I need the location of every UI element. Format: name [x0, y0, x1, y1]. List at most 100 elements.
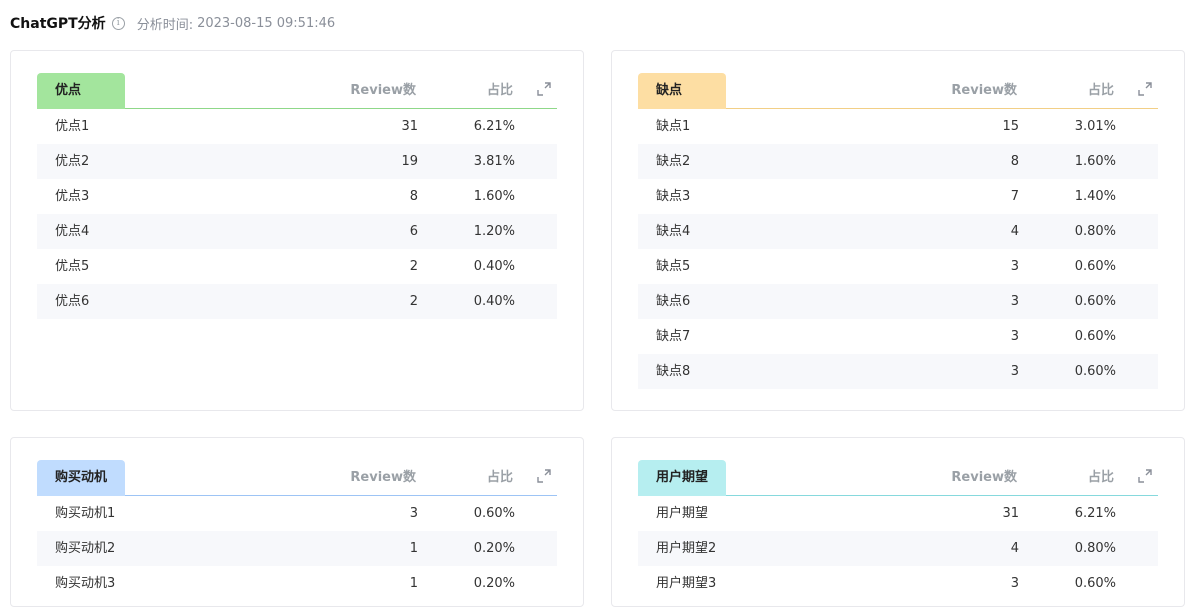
table-row: 缺点8 3 0.60% — [638, 354, 1158, 389]
expectation-tag: 用户期望 — [638, 460, 726, 496]
row-name: 优点2 — [55, 154, 90, 169]
row-percent: 1.40% — [1074, 189, 1116, 204]
expand-icon[interactable] — [1138, 82, 1152, 96]
row-review-count: 4 — [1010, 541, 1019, 556]
row-review-count: 3 — [1010, 576, 1019, 591]
row-name: 购买动机3 — [55, 576, 116, 591]
row-percent: 1.60% — [1074, 154, 1116, 169]
info-icon[interactable]: i — [111, 16, 125, 30]
pros-table: 优点 Review数 占比 优点1 31 6.21% 优点2 19 3.81% 优点3 8 1.… — [37, 73, 557, 319]
table-row: 用户期望3 3 0.60% — [638, 566, 1158, 601]
table-row: 优点5 2 0.40% — [37, 249, 557, 284]
table-row: 优点2 19 3.81% — [37, 144, 557, 179]
table-row: 购买动机1 3 0.60% — [37, 496, 557, 531]
row-percent: 1.20% — [473, 224, 515, 239]
row-name: 缺点7 — [656, 329, 691, 344]
row-name: 优点4 — [55, 224, 90, 239]
table-row: 缺点4 4 0.80% — [638, 214, 1158, 249]
row-percent: 0.20% — [473, 541, 515, 556]
percent-column-header[interactable]: 占比 — [453, 460, 513, 496]
page-header: ChatGPT分析 i 分析时间: 2023-08-15 09:51:46 — [10, 12, 335, 34]
row-name: 优点5 — [55, 259, 90, 274]
row-percent: 0.80% — [1074, 224, 1116, 239]
row-name: 缺点4 — [656, 224, 691, 239]
pros-table-header: 优点 Review数 占比 — [37, 73, 557, 109]
motivation-table: 购买动机 Review数 占比 购买动机1 3 0.60% 购买动机2 1 0.20% 购买… — [37, 460, 557, 601]
row-review-count: 3 — [1010, 259, 1019, 274]
row-review-count: 3 — [1010, 294, 1019, 309]
table-row: 缺点2 8 1.60% — [638, 144, 1158, 179]
table-row: 缺点7 3 0.60% — [638, 319, 1158, 354]
row-name: 用户期望3 — [656, 576, 717, 591]
expand-icon[interactable] — [1138, 469, 1152, 483]
percent-column-header[interactable]: 占比 — [1054, 460, 1114, 496]
row-percent: 0.60% — [473, 506, 515, 521]
table-row: 用户期望 31 6.21% — [638, 496, 1158, 531]
row-name: 优点3 — [55, 189, 90, 204]
row-name: 购买动机2 — [55, 541, 116, 556]
row-review-count: 3 — [1010, 329, 1019, 344]
row-name: 用户期望 — [656, 506, 709, 521]
row-name: 缺点2 — [656, 154, 691, 169]
row-name: 缺点5 — [656, 259, 691, 274]
row-review-count: 7 — [1010, 189, 1019, 204]
expand-icon[interactable] — [537, 82, 551, 96]
analysis-time-label: 分析时间: — [136, 17, 194, 33]
page-title: ChatGPT分析 — [10, 16, 106, 32]
row-review-count: 3 — [1010, 364, 1019, 379]
table-row: 优点6 2 0.40% — [37, 284, 557, 319]
row-percent: 0.80% — [1074, 541, 1116, 556]
row-percent: 0.60% — [1074, 364, 1116, 379]
row-percent: 0.20% — [473, 576, 515, 591]
row-review-count: 19 — [401, 154, 418, 169]
table-row: 购买动机2 1 0.20% — [37, 531, 557, 566]
percent-column-header[interactable]: 占比 — [453, 73, 513, 109]
expand-icon[interactable] — [537, 469, 551, 483]
table-row: 优点1 31 6.21% — [37, 109, 557, 144]
row-review-count: 31 — [1002, 506, 1019, 521]
row-review-count: 1 — [409, 576, 418, 591]
table-row: 购买动机3 1 0.20% — [37, 566, 557, 601]
row-percent: 0.60% — [1074, 329, 1116, 344]
table-row: 优点3 8 1.60% — [37, 179, 557, 214]
review-column-header[interactable]: Review数 — [316, 460, 416, 496]
row-percent: 0.60% — [1074, 294, 1116, 309]
row-name: 缺点8 — [656, 364, 691, 379]
table-row: 缺点1 15 3.01% — [638, 109, 1158, 144]
pros-tag: 优点 — [37, 73, 125, 109]
row-review-count: 4 — [1010, 224, 1019, 239]
expectation-table-header: 用户期望 Review数 占比 — [638, 460, 1158, 496]
table-row: 缺点5 3 0.60% — [638, 249, 1158, 284]
row-name: 缺点3 — [656, 189, 691, 204]
table-row: 缺点6 3 0.60% — [638, 284, 1158, 319]
row-review-count: 15 — [1002, 119, 1019, 134]
review-column-header[interactable]: Review数 — [316, 73, 416, 109]
row-name: 优点6 — [55, 294, 90, 309]
row-review-count: 8 — [1010, 154, 1019, 169]
row-review-count: 31 — [401, 119, 418, 134]
motivation-tag: 购买动机 — [37, 460, 125, 496]
row-percent: 3.81% — [473, 154, 515, 169]
row-percent: 0.60% — [1074, 259, 1116, 274]
cons-card: 缺点 Review数 占比 缺点1 15 3.01% 缺点2 8 1.60% 缺点3 7 1.4… — [611, 50, 1185, 411]
row-review-count: 3 — [409, 506, 418, 521]
row-name: 用户期望2 — [656, 541, 717, 556]
row-review-count: 6 — [409, 224, 418, 239]
review-column-header[interactable]: Review数 — [917, 73, 1017, 109]
row-name: 购买动机1 — [55, 506, 116, 521]
percent-column-header[interactable]: 占比 — [1054, 73, 1114, 109]
row-name: 缺点6 — [656, 294, 691, 309]
cons-table: 缺点 Review数 占比 缺点1 15 3.01% 缺点2 8 1.60% 缺点3 7 1.4… — [638, 73, 1158, 389]
motivation-table-header: 购买动机 Review数 占比 — [37, 460, 557, 496]
analysis-time-value: 2023-08-15 09:51:46 — [197, 15, 336, 31]
row-name: 缺点1 — [656, 119, 691, 134]
row-review-count: 1 — [409, 541, 418, 556]
row-review-count: 8 — [409, 189, 418, 204]
cons-table-header: 缺点 Review数 占比 — [638, 73, 1158, 109]
cons-tag: 缺点 — [638, 73, 726, 109]
table-row: 缺点3 7 1.40% — [638, 179, 1158, 214]
row-percent: 1.60% — [473, 189, 515, 204]
review-column-header[interactable]: Review数 — [917, 460, 1017, 496]
row-percent: 0.60% — [1074, 576, 1116, 591]
expectation-card: 用户期望 Review数 占比 用户期望 31 6.21% 用户期望2 4 0.80% 用户… — [611, 437, 1185, 607]
